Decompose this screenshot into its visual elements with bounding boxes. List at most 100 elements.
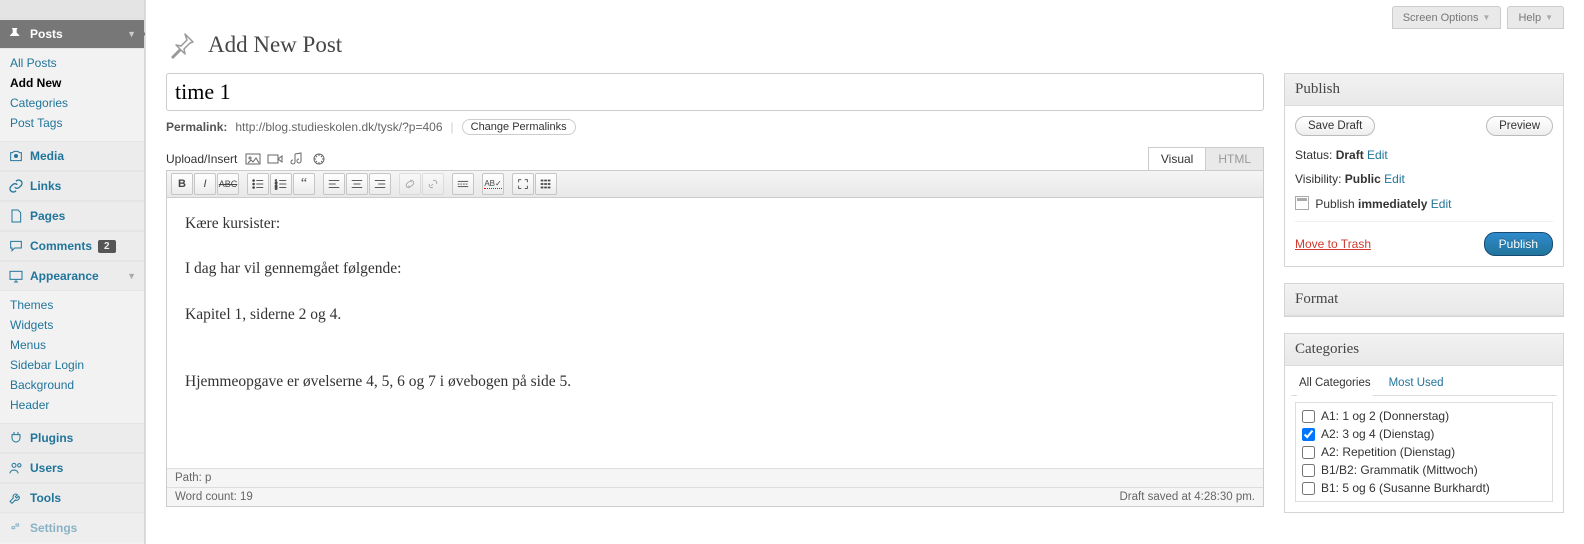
category-item[interactable]: A1: 1 og 2 (Donnerstag) [1300, 407, 1548, 425]
category-label: A1: 1 og 2 (Donnerstag) [1321, 409, 1449, 423]
edit-publish-link[interactable]: Edit [1431, 197, 1452, 211]
category-checkbox[interactable] [1302, 482, 1315, 495]
edit-visibility-link[interactable]: Edit [1384, 172, 1405, 186]
category-checkbox[interactable] [1302, 410, 1315, 423]
category-item[interactable]: B1: 5 og 6 (Susanne Burkhardt) [1300, 479, 1548, 497]
more-button[interactable] [452, 173, 474, 195]
categories-box: Categories All Categories Most Used A1: … [1284, 333, 1564, 513]
post-content-editor[interactable]: Kære kursister: I dag har vil gennemgået… [167, 198, 1263, 468]
italic-button[interactable]: I [194, 173, 216, 195]
svg-text:3: 3 [275, 185, 278, 190]
strikethrough-button[interactable]: ABC [217, 173, 239, 195]
help-label: Help [1518, 12, 1541, 24]
media-icon [8, 148, 24, 164]
align-left-button[interactable] [323, 173, 345, 195]
page-title: Add New Post [208, 32, 342, 58]
submenu-background[interactable]: Background [0, 375, 144, 395]
chevron-down-icon: ▼ [1483, 13, 1491, 22]
category-item[interactable]: B1/B2: Grammatik (Mittwoch) [1300, 461, 1548, 479]
publish-button[interactable]: Publish [1484, 232, 1553, 256]
tab-html[interactable]: HTML [1205, 147, 1264, 170]
comment-icon [8, 238, 24, 254]
unlink-button[interactable] [422, 173, 444, 195]
menu-comments[interactable]: Comments 2 [0, 231, 144, 261]
menu-posts[interactable]: Posts ▼ [0, 19, 144, 49]
chevron-down-icon: ▼ [1545, 13, 1553, 22]
change-permalinks-button[interactable]: Change Permalinks [462, 119, 576, 135]
submenu-themes[interactable]: Themes [0, 295, 144, 315]
publish-box: Publish Save Draft Preview Status: Draft… [1284, 73, 1564, 267]
format-box: Format [1284, 283, 1564, 317]
preview-button[interactable]: Preview [1486, 116, 1553, 136]
bold-button[interactable]: B [171, 173, 193, 195]
menu-tools[interactable]: Tools [0, 483, 144, 513]
submenu-menus[interactable]: Menus [0, 335, 144, 355]
blockquote-button[interactable]: “ [293, 173, 315, 195]
submenu-widgets[interactable]: Widgets [0, 315, 144, 335]
category-checkbox[interactable] [1302, 464, 1315, 477]
menu-media-label: Media [30, 149, 64, 163]
format-heading[interactable]: Format [1285, 284, 1563, 316]
category-label: A2: 3 og 4 (Dienstag) [1321, 427, 1434, 441]
categories-heading[interactable]: Categories [1285, 334, 1563, 366]
menu-appearance[interactable]: Appearance ▼ [0, 261, 144, 291]
save-draft-button[interactable]: Save Draft [1295, 116, 1375, 136]
category-item[interactable]: A2: 3 og 4 (Dienstag) [1300, 425, 1548, 443]
menu-media[interactable]: Media [0, 141, 144, 171]
menu-pages-label: Pages [30, 209, 65, 223]
link-button[interactable] [399, 173, 421, 195]
submenu-categories[interactable]: Categories [0, 93, 144, 113]
main-content: Screen Options ▼ Help ▼ Add New Post Per… [145, 0, 1584, 544]
fullscreen-button[interactable] [512, 173, 534, 195]
spellcheck-button[interactable]: AB✓ [482, 173, 504, 195]
bullet-list-button[interactable] [247, 173, 269, 195]
align-right-button[interactable] [369, 173, 391, 195]
move-to-trash-link[interactable]: Move to Trash [1295, 237, 1371, 251]
submenu-all-posts[interactable]: All Posts [0, 53, 144, 73]
menu-pages[interactable]: Pages [0, 201, 144, 231]
add-media-icon[interactable] [311, 151, 327, 167]
kitchensink-button[interactable] [535, 173, 557, 195]
submenu-appearance: Themes Widgets Menus Sidebar Login Backg… [0, 291, 144, 423]
category-checkbox[interactable] [1302, 428, 1315, 441]
numbered-list-button[interactable]: 123 [270, 173, 292, 195]
menu-users-label: Users [30, 461, 63, 475]
menu-tools-label: Tools [30, 491, 61, 505]
submenu-add-new[interactable]: Add New [0, 73, 144, 93]
word-count: Word count: 19 [175, 491, 253, 503]
menu-plugins[interactable]: Plugins [0, 423, 144, 453]
category-item[interactable]: A2: Repetition (Dienstag) [1300, 443, 1548, 461]
submenu-sidebar-login[interactable]: Sidebar Login [0, 355, 144, 375]
screen-options-label: Screen Options [1403, 12, 1479, 24]
menu-users[interactable]: Users [0, 453, 144, 483]
edit-status-link[interactable]: Edit [1367, 148, 1388, 162]
submenu-post-tags[interactable]: Post Tags [0, 113, 144, 133]
tab-visual[interactable]: Visual [1148, 147, 1205, 170]
add-video-icon[interactable] [267, 151, 283, 167]
page-icon [8, 208, 24, 224]
publish-label: Publish [1315, 197, 1358, 211]
publish-heading[interactable]: Publish [1285, 74, 1563, 106]
category-label: B1/B2: Grammatik (Mittwoch) [1321, 463, 1478, 477]
menu-links[interactable]: Links [0, 171, 144, 201]
help-button[interactable]: Help ▼ [1507, 6, 1564, 29]
menu-posts-label: Posts [30, 27, 63, 41]
post-title-input[interactable] [166, 73, 1264, 111]
submenu-header[interactable]: Header [0, 395, 144, 415]
tab-most-used[interactable]: Most Used [1387, 372, 1446, 395]
content-paragraph: Kære kursister: [185, 212, 1245, 235]
category-checkbox[interactable] [1302, 446, 1315, 459]
add-audio-icon[interactable] [289, 151, 305, 167]
align-center-button[interactable] [346, 173, 368, 195]
screen-options-button[interactable]: Screen Options ▼ [1392, 6, 1502, 29]
content-paragraph: Kapitel 1, siderne 2 og 4. [185, 303, 1245, 326]
menu-settings-label: Settings [30, 521, 77, 535]
tab-all-categories[interactable]: All Categories [1297, 372, 1373, 396]
menu-plugins-label: Plugins [30, 431, 73, 445]
menu-appearance-label: Appearance [30, 269, 99, 283]
add-image-icon[interactable] [245, 151, 261, 167]
calendar-icon [1295, 196, 1309, 210]
categories-list[interactable]: A1: 1 og 2 (Donnerstag) A2: 3 og 4 (Dien… [1295, 402, 1553, 502]
editor-container: B I ABC 123 “ [166, 170, 1264, 507]
upload-insert-label: Upload/Insert [166, 152, 237, 166]
